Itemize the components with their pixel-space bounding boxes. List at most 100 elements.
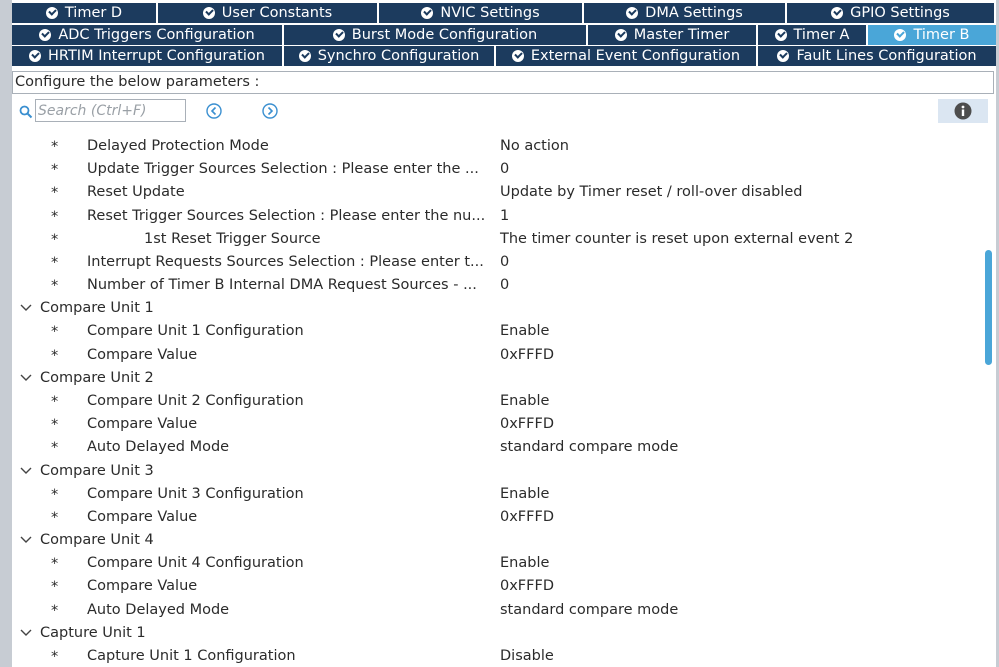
tab-adc-triggers-configuration[interactable]: ADC Triggers Configuration: [12, 25, 284, 45]
parameter-row[interactable]: * Auto Delayed Mode standard compare mode: [12, 599, 982, 622]
parameter-label: Auto Delayed Mode: [87, 439, 230, 456]
chevron-right-circle-icon: [262, 103, 278, 119]
tab-row-2: ADC Triggers Configuration Burst Mode Co…: [12, 25, 996, 46]
parameter-row[interactable]: * Compare Value 0xFFFD: [12, 413, 982, 436]
chevron-down-icon[interactable]: [20, 373, 32, 383]
tab-label: Master Timer: [633, 27, 730, 43]
scrollbar-thumb[interactable]: [985, 250, 992, 365]
check-circle-icon: [298, 50, 311, 62]
parameter-row[interactable]: * Number of Timer B Internal DMA Request …: [12, 274, 982, 297]
parameter-value: standard compare mode: [500, 439, 679, 456]
search-next-button[interactable]: [261, 102, 279, 120]
parameter-value: 0: [500, 253, 510, 270]
parameter-value: 0xFFFD: [500, 508, 554, 525]
parameter-row[interactable]: * Compare Value 0xFFFD: [12, 575, 982, 598]
vertical-scrollbar[interactable]: [983, 128, 994, 667]
parameter-value: Enable: [500, 485, 550, 502]
search-toolbar: [12, 97, 996, 125]
parameter-label: Compare Unit 3 Configuration: [87, 485, 304, 502]
tab-timer-b[interactable]: Timer B: [868, 25, 996, 45]
parameter-row[interactable]: * Compare Unit 2 Configuration Enable: [12, 390, 982, 413]
parameter-row[interactable]: * Compare Unit 4 Configuration Enable: [12, 552, 982, 575]
parameter-label: Auto Delayed Mode: [87, 601, 230, 618]
tab-burst-mode-configuration[interactable]: Burst Mode Configuration: [284, 25, 588, 45]
asterisk-icon: *: [51, 417, 59, 434]
tree-group-label: Capture Unit 1: [40, 624, 146, 641]
check-circle-icon: [45, 7, 58, 19]
parameter-row[interactable]: * Compare Value 0xFFFD: [12, 344, 982, 367]
parameter-value: 0xFFFD: [500, 578, 554, 595]
parameter-row[interactable]: * Update Trigger Sources Selection : Plea…: [12, 158, 982, 181]
tab-label: ADC Triggers Configuration: [58, 27, 255, 43]
parameter-row[interactable]: * Interrupt Requests Sources Selection : …: [12, 251, 982, 274]
chevron-down-icon[interactable]: [20, 466, 32, 476]
asterisk-icon: *: [51, 648, 59, 665]
parameter-label: Update Trigger Sources Selection : Pleas…: [87, 161, 479, 178]
parameter-row[interactable]: * Compare Unit 3 Configuration Enable: [12, 483, 982, 506]
search-previous-button[interactable]: [205, 102, 223, 120]
tree-group-row[interactable]: Compare Unit 2: [12, 367, 982, 390]
asterisk-icon: *: [51, 486, 59, 503]
asterisk-icon: *: [51, 231, 59, 248]
chevron-down-icon[interactable]: [20, 628, 32, 638]
check-circle-icon: [511, 50, 524, 62]
parameter-row[interactable]: * Compare Unit 1 Configuration Enable: [12, 320, 982, 343]
tree-group-row[interactable]: Compare Unit 3: [12, 460, 982, 483]
check-circle-icon: [614, 29, 627, 41]
search-icon: [19, 104, 33, 119]
tab-gpio-settings[interactable]: GPIO Settings: [787, 3, 996, 23]
tab-label: External Event Configuration: [530, 48, 741, 64]
parameter-value: 0xFFFD: [500, 346, 554, 363]
asterisk-icon: *: [51, 579, 59, 596]
parameter-value: No action: [500, 138, 569, 154]
parameter-row[interactable]: * 1st Reset Trigger Source The timer count…: [12, 228, 982, 251]
tab-timer-d[interactable]: Timer D: [12, 3, 158, 23]
tab-external-event-configuration[interactable]: External Event Configuration: [496, 46, 758, 66]
tab-dma-settings[interactable]: DMA Settings: [584, 3, 787, 23]
parameter-value: standard compare mode: [500, 601, 679, 618]
info-button[interactable]: [938, 99, 988, 123]
tab-user-constants[interactable]: User Constants: [158, 3, 379, 23]
parameter-label: Compare Unit 1 Configuration: [87, 323, 304, 340]
chevron-down-icon[interactable]: [20, 535, 32, 545]
parameter-row[interactable]: * Capture Unit 1 Configuration Disable: [12, 645, 982, 667]
tab-nvic-settings[interactable]: NVIC Settings: [379, 3, 584, 23]
asterisk-icon: *: [51, 440, 59, 457]
parameter-value: Enable: [500, 323, 550, 340]
tab-fault-lines-configuration[interactable]: Fault Lines Configuration: [758, 46, 996, 66]
tab-label: GPIO Settings: [850, 5, 950, 21]
tab-label: Fault Lines Configuration: [796, 48, 977, 64]
check-circle-icon: [29, 50, 42, 62]
tab-row-3: HRTIM Interrupt Configuration Synchro Co…: [12, 46, 996, 67]
tab-label: Burst Mode Configuration: [351, 27, 538, 43]
parameter-row[interactable]: * Delayed Protection Mode No action: [12, 135, 982, 158]
check-circle-icon: [421, 7, 434, 19]
tab-label: Timer D: [64, 5, 123, 21]
check-circle-icon: [332, 29, 345, 41]
check-circle-icon: [774, 29, 787, 41]
parameter-label: Compare Value: [87, 346, 198, 363]
asterisk-icon: *: [51, 162, 59, 179]
tree-group-row[interactable]: Capture Unit 1: [12, 622, 982, 645]
parameter-row[interactable]: * Reset Update Update by Timer reset / rol…: [12, 181, 982, 204]
parameter-row[interactable]: * Reset Trigger Sources Selection : Pleas…: [12, 205, 982, 228]
tab-label: NVIC Settings: [440, 5, 540, 21]
parameter-row[interactable]: * Compare Value 0xFFFD: [12, 506, 982, 529]
check-circle-icon: [831, 7, 844, 19]
tree-group-row[interactable]: Compare Unit 4: [12, 529, 982, 552]
parameter-label: Compare Unit 2 Configuration: [87, 392, 304, 409]
search-input[interactable]: [35, 99, 186, 122]
tab-timer-a[interactable]: Timer A: [758, 25, 868, 45]
tab-master-timer[interactable]: Master Timer: [588, 25, 758, 45]
check-circle-icon: [894, 29, 907, 41]
check-circle-icon: [202, 7, 215, 19]
parameter-label: Interrupt Requests Sources Selection : P…: [87, 253, 484, 270]
tab-hrtim-interrupt-configuration[interactable]: HRTIM Interrupt Configuration: [12, 46, 284, 66]
parameter-row[interactable]: * Auto Delayed Mode standard compare mode: [12, 436, 982, 459]
parameter-value: Disable: [500, 647, 554, 664]
chevron-down-icon[interactable]: [20, 303, 32, 313]
tree-group-row[interactable]: Compare Unit 1: [12, 297, 982, 320]
asterisk-icon: *: [51, 556, 59, 573]
tab-label: Timer B: [913, 27, 970, 43]
tab-synchro-configuration[interactable]: Synchro Configuration: [284, 46, 496, 66]
